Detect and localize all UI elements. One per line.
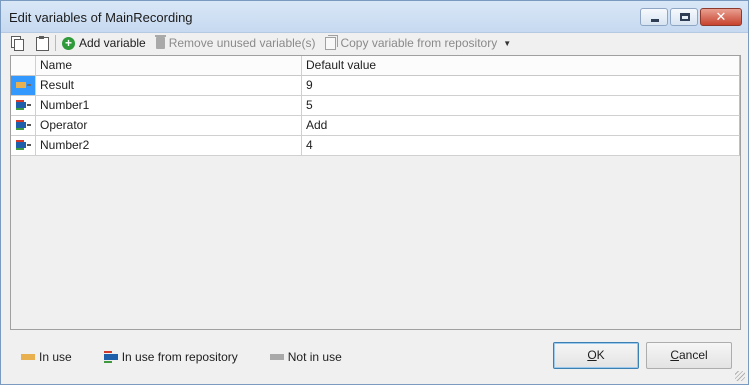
title-bar[interactable]: Edit variables of MainRecording ✕ (1, 1, 748, 33)
remove-unused-label: Remove unused variable(s) (168, 36, 316, 50)
add-icon: + (62, 36, 75, 50)
legend-not-in-use-label: Not in use (287, 350, 342, 364)
repository-copy-icon (325, 34, 339, 50)
row-icon-cell[interactable] (11, 136, 36, 156)
legend-in-use-label: In use (39, 350, 72, 364)
row-icon-cell[interactable] (11, 76, 36, 96)
variable-name-cell[interactable]: Result (36, 76, 302, 96)
legend-in-use-repository-label: In use from repository (121, 350, 238, 364)
cancel-button[interactable]: Cancel (646, 342, 732, 369)
legend-not-in-use: Not in use (269, 350, 342, 364)
grid-header-row: Name Default value (11, 56, 740, 76)
repository-variable-icon (11, 136, 35, 155)
add-variable-button[interactable]: + Add variable (62, 36, 146, 50)
chevron-down-icon[interactable]: ▼ (503, 39, 511, 48)
dialog-title: Edit variables of MainRecording (9, 10, 193, 25)
trash-icon (154, 35, 166, 49)
ok-button[interactable]: OK (553, 342, 639, 369)
not-in-use-icon (269, 354, 284, 360)
legend-in-use-repository: In use from repository (103, 350, 238, 364)
row-header-corner[interactable] (11, 56, 36, 76)
table-row[interactable]: Number2 4 (11, 136, 740, 156)
copy-from-repository-button[interactable]: Copy variable from repository ▼ (325, 34, 511, 50)
column-header-default-value[interactable]: Default value (302, 56, 740, 76)
copy-from-repository-label: Copy variable from repository (340, 36, 498, 50)
resize-grip[interactable] (735, 371, 745, 381)
maximize-icon (680, 13, 690, 21)
close-icon: ✕ (715, 9, 727, 24)
table-row[interactable]: Operator Add (11, 116, 740, 136)
minimize-button[interactable] (640, 8, 668, 26)
copy-icon[interactable] (11, 36, 25, 51)
paste-icon[interactable] (35, 36, 49, 51)
column-header-name[interactable]: Name (36, 56, 302, 76)
ok-label-rest: K (596, 348, 605, 362)
repository-icon (103, 351, 118, 363)
row-icon-cell[interactable] (11, 116, 36, 136)
variable-name-cell[interactable]: Operator (36, 116, 302, 136)
table-row[interactable]: Result 9 (11, 76, 740, 96)
variable-value-cell[interactable]: 9 (302, 76, 740, 96)
repository-variable-icon (11, 116, 35, 135)
legend: In use In use from repository Not in use (21, 350, 374, 364)
remove-unused-button[interactable]: Remove unused variable(s) (154, 35, 316, 50)
repository-variable-icon (11, 96, 35, 115)
variable-name-cell[interactable]: Number2 (36, 136, 302, 156)
in-use-variable-icon (11, 76, 35, 95)
ok-mnemonic: O (587, 348, 597, 362)
close-button[interactable]: ✕ (700, 8, 742, 26)
variable-name-cell[interactable]: Number1 (36, 96, 302, 116)
window-controls: ✕ (640, 8, 742, 26)
minimize-icon (651, 19, 659, 22)
variable-value-cell[interactable]: 4 (302, 136, 740, 156)
in-use-icon (21, 354, 35, 360)
toolbar: + Add variable Remove unused variable(s)… (1, 33, 748, 53)
cancel-mnemonic: C (670, 348, 679, 362)
legend-in-use: In use (21, 350, 72, 364)
table-row[interactable]: Number1 5 (11, 96, 740, 116)
row-icon-cell[interactable] (11, 96, 36, 116)
variable-value-cell[interactable]: Add (302, 116, 740, 136)
variable-value-cell[interactable]: 5 (302, 96, 740, 116)
cancel-label-rest: ancel (678, 348, 708, 362)
maximize-button[interactable] (670, 8, 698, 26)
toolbar-separator (55, 35, 56, 51)
add-variable-label: Add variable (79, 36, 146, 50)
edit-variables-dialog: Edit variables of MainRecording ✕ + Add … (0, 0, 749, 385)
variables-grid[interactable]: Name Default value Result 9 Number1 5 Op… (10, 55, 741, 330)
